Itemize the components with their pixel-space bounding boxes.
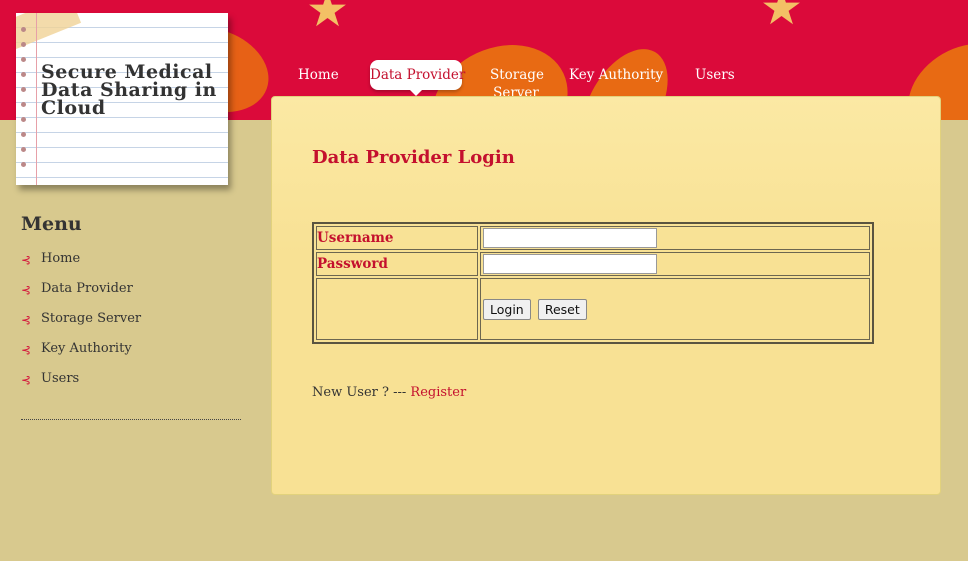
sidebar-heading: Menu <box>21 213 82 235</box>
sidebar-item-label[interactable]: Key Authority <box>41 341 132 356</box>
star-icon: ★ <box>760 0 804 36</box>
register-link[interactable]: Register <box>410 385 466 400</box>
form-row-username: Username <box>316 226 870 250</box>
notepad-holes <box>21 27 27 177</box>
sidebar-menu: ⊰ Home ⊰ Data Provider ⊰ Storage Server … <box>21 251 241 401</box>
arrow-bullet-icon: ⊰ <box>21 313 32 327</box>
password-label: Password <box>316 252 478 276</box>
sidebar-item-label[interactable]: Storage Server <box>41 311 141 326</box>
sidebar-item-storage-server[interactable]: ⊰ Storage Server <box>21 311 241 341</box>
form-row-password: Password <box>316 252 870 276</box>
new-user-text: New User ? --- <box>312 385 411 400</box>
sidebar-item-home[interactable]: ⊰ Home <box>21 251 241 281</box>
arrow-bullet-icon: ⊰ <box>21 253 32 267</box>
nav-key-authority[interactable]: Key Authority <box>569 66 663 84</box>
arrow-bullet-icon: ⊰ <box>21 373 32 387</box>
sidebar-item-users[interactable]: ⊰ Users <box>21 371 241 401</box>
star-icon: ★ <box>306 0 350 38</box>
reset-button[interactable]: Reset <box>537 298 587 320</box>
sidebar-item-label[interactable]: Users <box>41 371 79 386</box>
sidebar-item-data-provider[interactable]: ⊰ Data Provider <box>21 281 241 311</box>
content-panel: Data Provider Login Username Password Lo… <box>271 96 941 495</box>
nav-home[interactable]: Home <box>298 66 339 84</box>
username-input[interactable] <box>483 228 657 248</box>
site-logo: Secure Medical Data Sharing in Cloud <box>16 13 228 185</box>
arrow-bullet-icon: ⊰ <box>21 343 32 357</box>
arrow-bullet-icon: ⊰ <box>21 283 32 297</box>
nav-data-provider[interactable]: Data Provider <box>370 60 465 96</box>
form-row-actions: Login Reset <box>316 278 870 340</box>
sidebar-item-label[interactable]: Home <box>41 251 80 266</box>
nav-users[interactable]: Users <box>695 66 735 84</box>
sidebar-divider <box>21 419 241 420</box>
login-form: Username Password Login Reset <box>312 222 874 344</box>
sidebar: Menu ⊰ Home ⊰ Data Provider ⊰ Storage Se… <box>21 213 241 420</box>
username-label: Username <box>316 226 478 250</box>
site-title: Secure Medical Data Sharing in Cloud <box>41 61 217 119</box>
sidebar-item-key-authority[interactable]: ⊰ Key Authority <box>21 341 241 371</box>
sidebar-item-label[interactable]: Data Provider <box>41 281 133 296</box>
password-input[interactable] <box>483 254 657 274</box>
login-button[interactable]: Login <box>483 298 531 320</box>
new-user-prompt: New User ? --- Register <box>312 385 466 400</box>
page-title: Data Provider Login <box>312 147 515 168</box>
